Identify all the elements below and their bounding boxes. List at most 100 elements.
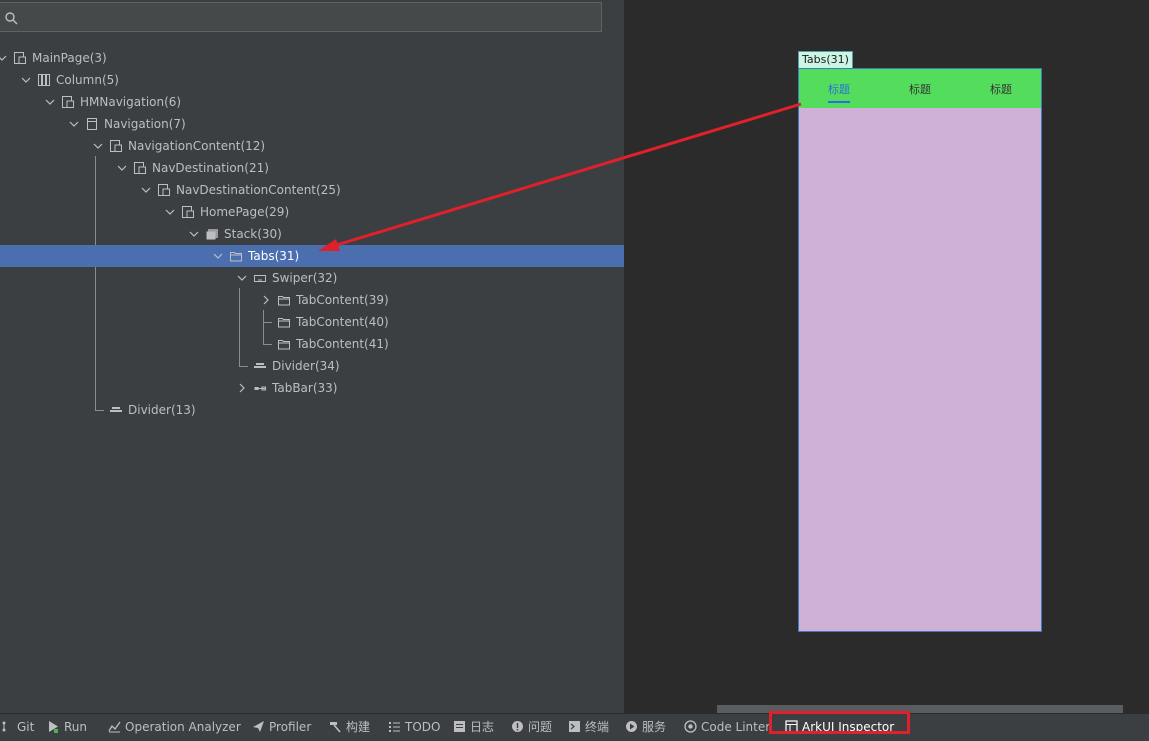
- linter-icon: [684, 720, 697, 733]
- tree-node-label: Divider(13): [128, 403, 196, 417]
- tree-search-input[interactable]: [0, 2, 602, 32]
- preview-tab-content: [799, 108, 1041, 631]
- toolwindow-button-日志[interactable]: 日志: [453, 719, 494, 735]
- toolwindow-button-profiler[interactable]: Profiler: [252, 719, 311, 735]
- tree-node-label: HomePage(29): [200, 205, 290, 219]
- folder-icon: [229, 249, 243, 263]
- toolwindow-button-git[interactable]: Git: [0, 719, 34, 735]
- toolwindow-button-构建[interactable]: 构建: [329, 719, 370, 735]
- chevron-down-icon[interactable]: [164, 201, 176, 223]
- toolwindow-button-服务[interactable]: 服务: [625, 719, 666, 735]
- chevron-right-icon[interactable]: [260, 289, 272, 311]
- tree-node[interactable]: HMNavigation(6): [0, 91, 624, 113]
- tree-node-label: Swiper(32): [272, 271, 338, 285]
- problem-icon: [512, 721, 523, 732]
- toolwindow-button-终端[interactable]: 终端: [568, 719, 609, 735]
- page-icon: [61, 95, 75, 109]
- tree-node-label: NavDestinationContent(25): [176, 183, 341, 197]
- tree-node[interactable]: Column(5): [0, 69, 624, 91]
- toolwindow-label: TODO: [405, 720, 441, 734]
- preview-tab-1[interactable]: 标题: [828, 81, 850, 97]
- toolwindow-label: Git: [17, 720, 35, 734]
- preview-tabbar[interactable]: 标题 标题 标题: [799, 69, 1041, 108]
- preview-tab-2[interactable]: 标题: [909, 81, 931, 97]
- divider-icon: [109, 403, 123, 417]
- toolwindow-label: 服务: [642, 720, 667, 734]
- swiper-icon: [253, 271, 267, 285]
- highlight-box: [769, 711, 910, 734]
- chevron-down-icon[interactable]: [236, 267, 248, 289]
- toolwindow-label: Code Linter: [701, 720, 771, 734]
- stack-icon: [205, 227, 219, 241]
- tree-node[interactable]: MainPage(3): [0, 47, 624, 69]
- toolwindow-button-run[interactable]: Run: [47, 719, 87, 735]
- tree-node[interactable]: Divider(13): [0, 399, 624, 421]
- chart-icon: [108, 721, 121, 733]
- folder-icon: [277, 315, 291, 329]
- toolwindow-label: 问题: [528, 720, 553, 734]
- toolwindow-button-operation-analyzer[interactable]: Operation Analyzer: [108, 719, 241, 735]
- tree-node[interactable]: Stack(30): [0, 223, 624, 245]
- toolwindow-label: 日志: [470, 720, 495, 734]
- toolwindow-label: 构建: [346, 720, 371, 734]
- page-icon: [133, 161, 147, 175]
- tree-node[interactable]: TabContent(41): [0, 333, 624, 355]
- chevron-down-icon[interactable]: [212, 245, 224, 267]
- toolwindow-label: Profiler: [269, 720, 312, 734]
- bottom-toolbar: Git Run Operation Analyzer Profiler 构建 TODO 日志…: [0, 713, 1149, 741]
- search-icon: [5, 12, 18, 25]
- tree-node-label: MainPage(3): [32, 51, 107, 65]
- tree-node[interactable]: TabContent(39): [0, 289, 624, 311]
- tree-node[interactable]: NavDestinationContent(25): [0, 179, 624, 201]
- toolwindow-button-code-linter[interactable]: Code Linter: [684, 719, 770, 735]
- chevron-down-icon[interactable]: [44, 91, 56, 113]
- folder-icon: [277, 337, 291, 351]
- preview-component-label: Tabs(31): [798, 51, 853, 69]
- tree-node-label: TabContent(41): [296, 337, 389, 351]
- toolwindow-button-todo[interactable]: TODO: [388, 719, 440, 735]
- chevron-down-icon[interactable]: [92, 135, 104, 157]
- tree-node[interactable]: TabBar(33): [0, 377, 624, 399]
- tree-node[interactable]: Navigation(7): [0, 113, 624, 135]
- hammer-icon: [330, 722, 341, 733]
- chevron-right-icon[interactable]: [236, 377, 248, 399]
- tree-node-label: Divider(34): [272, 359, 340, 373]
- git-icon: [2, 721, 6, 732]
- tree-node-label: TabContent(39): [296, 293, 389, 307]
- chevron-down-icon[interactable]: [188, 223, 200, 245]
- tree-node[interactable]: NavDestination(21): [0, 157, 624, 179]
- page-icon: [109, 139, 123, 153]
- folder-icon: [277, 293, 291, 307]
- tree-node[interactable]: Tabs(31): [0, 245, 624, 267]
- tree-node-label: NavigationContent(12): [128, 139, 266, 153]
- chevron-down-icon[interactable]: [68, 113, 80, 135]
- tree-node[interactable]: Swiper(32): [0, 267, 624, 289]
- terminal-icon: [569, 721, 580, 732]
- device-preview[interactable]: 标题 标题 标题: [798, 68, 1042, 632]
- page-icon: [13, 51, 27, 65]
- preview-tab-3[interactable]: 标题: [990, 81, 1012, 97]
- chevron-down-icon[interactable]: [140, 179, 152, 201]
- list-icon: [389, 722, 400, 732]
- tree-node[interactable]: NavigationContent(12): [0, 135, 624, 157]
- log-icon: [454, 721, 465, 732]
- tree-node-label: Tabs(31): [248, 249, 300, 263]
- tree-node-label: NavDestination(21): [152, 161, 269, 175]
- toolwindow-label: Run: [64, 720, 88, 734]
- chevron-down-icon[interactable]: [0, 47, 8, 69]
- component-tree-panel: MainPage(3) Column(5) HMNavigation(6) Navig…: [0, 0, 624, 713]
- tree-node[interactable]: Divider(34): [0, 355, 624, 377]
- tree-node[interactable]: TabContent(40): [0, 311, 624, 333]
- tabbar-icon: [253, 381, 267, 395]
- chevron-down-icon[interactable]: [20, 69, 32, 91]
- chevron-down-icon[interactable]: [116, 157, 128, 179]
- tree-node-label: TabContent(40): [296, 315, 389, 329]
- tree-node-label: Column(5): [56, 73, 119, 87]
- toolwindow-label: Operation Analyzer: [125, 720, 241, 734]
- toolwindow-button-问题[interactable]: 问题: [511, 719, 552, 735]
- divider-icon: [253, 359, 267, 373]
- tree-node[interactable]: HomePage(29): [0, 201, 624, 223]
- toolwindow-label: 终端: [585, 720, 610, 734]
- run-icon: [49, 721, 58, 733]
- page-icon: [181, 205, 195, 219]
